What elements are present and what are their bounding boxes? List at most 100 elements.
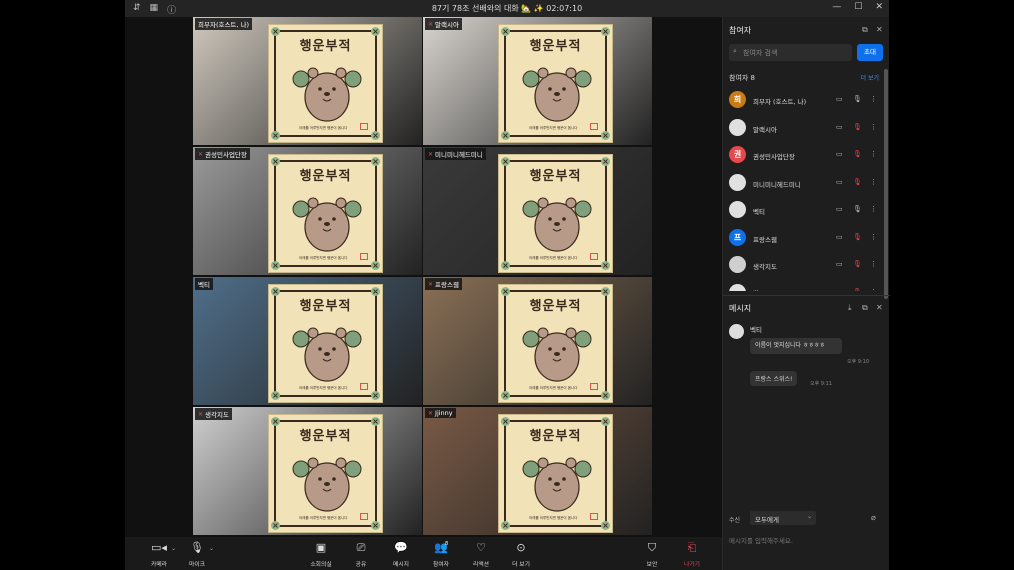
- attachment-icon[interactable]: ⌀: [871, 513, 876, 522]
- camera-chevron-icon[interactable]: ⌄: [171, 545, 176, 552]
- search-placeholder: 참여자 검색: [743, 49, 778, 57]
- chat-popout-icon[interactable]: ⧉: [862, 303, 868, 313]
- more-vertical-icon[interactable]: ⋮: [870, 288, 877, 292]
- download-icon[interactable]: ⤓: [848, 303, 852, 313]
- mic-muted-icon[interactable]: 🎙: [853, 260, 862, 268]
- more-vertical-icon[interactable]: ⋮: [870, 150, 877, 158]
- participant-name: 미니미니헤드미니: [753, 180, 801, 189]
- camera-button[interactable]: ▭◂ 카메라 ⌄: [139, 541, 179, 568]
- more-vertical-icon[interactable]: ⋮: [870, 233, 877, 241]
- video-camera-icon[interactable]: ▭: [836, 233, 843, 241]
- participant-row[interactable]: 프 프랑스웹 ▭ 🎙 ⋮: [723, 224, 889, 252]
- invite-button[interactable]: 초대: [857, 44, 883, 61]
- recipient-select[interactable]: 모두에게 ⌄: [750, 511, 816, 525]
- leave-button[interactable]: ⎗ 나가기: [672, 541, 712, 568]
- video-camera-icon[interactable]: ▭: [836, 178, 843, 186]
- mic-muted-icon: ✕: [428, 280, 434, 288]
- close-icon[interactable]: ✕: [875, 2, 883, 12]
- mic-muted-icon[interactable]: 🎙: [853, 150, 862, 158]
- avatar: 희: [729, 91, 746, 108]
- participant-row[interactable]: 말랙시아 ▭ 🎙 ⋮: [723, 114, 889, 142]
- video-tile[interactable]: ✕ 프랑스웹 × × × × 행운부적 아래를 어루만지면 행운이 옵니다: [423, 277, 652, 405]
- more-vertical-icon[interactable]: ⋮: [870, 178, 877, 186]
- participant-list-scrollbar[interactable]: [884, 69, 888, 299]
- mic-button[interactable]: 🎙 마이크 ⌄: [177, 541, 217, 568]
- tile-name-label: ✕ 권성민사업단장: [195, 148, 250, 160]
- reactions-button[interactable]: ♡ 리액션: [461, 541, 501, 568]
- more-button[interactable]: ⊙ 더 보기: [501, 541, 541, 568]
- tile-name: 미니미니헤드미니: [435, 151, 483, 159]
- tile-name-label: ✕ 말랙시아: [425, 18, 462, 30]
- participant-row[interactable]: 희 희부자 (호스트, 나) ▭ 🎙 ⋮: [723, 86, 889, 114]
- participants-button[interactable]: 👥 8 참여자: [421, 541, 461, 568]
- breakout-rooms-button[interactable]: ▣ 소회의실: [301, 541, 341, 568]
- mic-chevron-icon[interactable]: ⌄: [209, 545, 214, 552]
- mic-muted-icon[interactable]: 🎙: [853, 178, 862, 186]
- microphone-icon[interactable]: 🎙: [853, 95, 862, 103]
- heart-icon: ♡: [476, 541, 486, 554]
- participant-row[interactable]: 권 권성민사업단장 ▭ 🎙 ⋮: [723, 141, 889, 169]
- video-camera-icon[interactable]: ▭: [836, 260, 843, 268]
- people-icon: 👥: [434, 541, 448, 554]
- tile-name-label: ✕ 미니미니헤드미니: [425, 148, 486, 160]
- tile-name-label: ✕ Jjinny: [425, 408, 456, 418]
- message-sender: 벡티: [750, 326, 762, 334]
- more-vertical-icon[interactable]: ⋮: [870, 123, 877, 131]
- clover-icon: ×: [501, 521, 510, 530]
- mic-muted-icon[interactable]: 🎙: [853, 288, 862, 292]
- video-tile[interactable]: 희부자(호스트, 나) × × × × 행운부적 아래를 어루만지면 행운이 옵…: [193, 17, 422, 145]
- tile-name: 말랙시아: [435, 21, 459, 29]
- video-tile[interactable]: ✕ 권성민사업단장 × × × × 행운부적 아래를 어루만지면 행운이 옵니다: [193, 147, 422, 275]
- clover-icon: ×: [601, 391, 610, 400]
- video-tile[interactable]: ✕ Jjinny × × × × 행운부적 아래를 어루만지면 행운이 옵니다: [423, 407, 652, 535]
- video-camera-icon[interactable]: ▭: [836, 95, 843, 103]
- participant-row[interactable]: 미니미니헤드미니 ▭ 🎙 ⋮: [723, 169, 889, 197]
- card-title: 행운부적: [529, 169, 582, 184]
- maximize-icon[interactable]: ☐: [854, 2, 862, 12]
- participants-label: 참여자: [433, 562, 449, 568]
- card-footer: 아래를 어루만지면 행운이 옵니다: [529, 386, 578, 390]
- minimize-icon[interactable]: —: [832, 2, 841, 12]
- video-tile[interactable]: ✕ 말랙시아 × × × × 행운부적 아래를 어루만지면 행운이 옵니다: [423, 17, 652, 145]
- more-link[interactable]: 더 보기: [861, 73, 879, 82]
- mic-muted-icon[interactable]: 🎙: [853, 123, 862, 131]
- chat-close-icon[interactable]: ✕: [876, 303, 883, 312]
- share-button[interactable]: ⎚ 공유: [341, 541, 381, 568]
- video-camera-icon[interactable]: ▭: [836, 150, 843, 158]
- clover-icon: ×: [501, 261, 510, 270]
- popout-icon[interactable]: ⧉: [862, 25, 868, 35]
- video-camera-icon[interactable]: ▭: [836, 205, 843, 213]
- quokka-illustration: [522, 197, 592, 252]
- video-camera-icon[interactable]: ▭: [836, 123, 843, 131]
- tile-name-label: ✕ 생각지도: [195, 408, 232, 420]
- security-label: 보안: [646, 562, 658, 568]
- tile-name: 생각지도: [205, 411, 229, 419]
- chat-button[interactable]: 💬 메시지: [381, 541, 421, 568]
- microphone-icon[interactable]: 🎙: [853, 205, 862, 213]
- quokka-illustration: [292, 327, 362, 382]
- message-input[interactable]: 메시지를 입력해주세요.: [729, 532, 879, 547]
- participant-row[interactable]: Jjinny ▭ 🎙 ⋮: [723, 279, 889, 292]
- participant-name: 희부자 (호스트, 나): [753, 98, 807, 106]
- mic-muted-icon[interactable]: 🎙: [853, 233, 862, 241]
- participant-row[interactable]: 생각지도 ▭ 🎙 ⋮: [723, 251, 889, 279]
- tile-name: 희부자(호스트, 나): [198, 21, 250, 29]
- avatar: [729, 283, 746, 291]
- video-tile[interactable]: ✕ 생각지도 × × × × 행운부적 아래를 어루만지면 행운이 옵니다: [193, 407, 422, 535]
- video-camera-icon[interactable]: ▭: [836, 288, 843, 292]
- participant-search-input[interactable]: ⌕ 참여자 검색: [729, 44, 852, 61]
- more-vertical-icon[interactable]: ⋮: [870, 260, 877, 268]
- close-panel-icon[interactable]: ✕: [876, 25, 883, 34]
- video-tile[interactable]: 벡티 × × × × 행운부적 아래를 어루만지면 행운이 옵니다: [193, 277, 422, 405]
- more-vertical-icon[interactable]: ⋮: [870, 205, 877, 213]
- video-gallery: 희부자(호스트, 나) × × × × 행운부적 아래를 어루만지면 행운이 옵…: [125, 17, 722, 537]
- lucky-charm-card: × × × × 행운부적 아래를 어루만지면 행운이 옵니다: [268, 284, 383, 403]
- participants-title: 참여자: [729, 26, 752, 35]
- more-vertical-icon[interactable]: ⋮: [870, 95, 877, 103]
- video-tile[interactable]: ✕ 미니미니헤드미니 × × × × 행운부적 아래를 어루만지면 행운이 옵니…: [423, 147, 652, 275]
- lucky-charm-card: × × × × 행운부적 아래를 어루만지면 행운이 옵니다: [268, 414, 383, 533]
- security-button[interactable]: ⛉ 보안: [632, 541, 672, 568]
- participant-name: 권성민사업단장: [753, 153, 795, 161]
- recipient-value: 모두에게: [755, 516, 779, 524]
- participant-row[interactable]: 벡티 ▭ 🎙 ⋮: [723, 196, 889, 224]
